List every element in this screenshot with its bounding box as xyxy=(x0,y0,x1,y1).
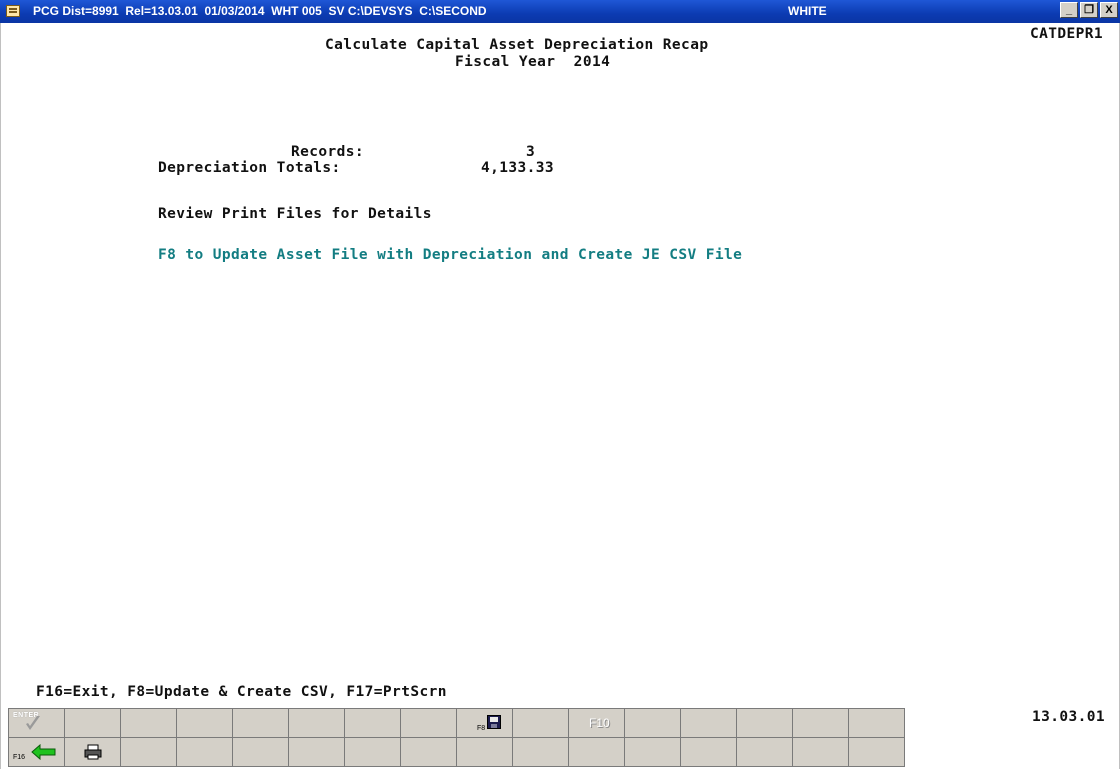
toolbar-slot[interactable] xyxy=(177,709,233,738)
toolbar-slot[interactable] xyxy=(65,709,121,738)
print-screen-button[interactable] xyxy=(65,738,121,767)
toolbar-slot[interactable] xyxy=(177,738,233,767)
restore-button[interactable]: ❐ xyxy=(1080,2,1098,18)
f8-instruction: F8 to Update Asset File with Depreciatio… xyxy=(158,247,743,263)
toolbar-slot[interactable] xyxy=(121,738,177,767)
function-key-legend: F16=Exit, F8=Update & Create CSV, F17=Pr… xyxy=(36,684,447,700)
records-label: Records: xyxy=(291,144,365,160)
f16-exit-button[interactable]: F16 xyxy=(9,738,65,767)
version-number: 13.03.01 xyxy=(1032,709,1106,725)
minimize-button[interactable]: _ xyxy=(1060,2,1078,18)
program-id: CATDEPR1 xyxy=(1030,26,1104,42)
back-arrow-icon xyxy=(31,744,56,760)
totals-value: 4,133.33 xyxy=(481,160,555,176)
save-disk-icon xyxy=(487,715,501,729)
totals-label: Depreciation Totals: xyxy=(158,160,341,176)
toolbar-slot[interactable] xyxy=(625,738,681,767)
toolbar-slot[interactable] xyxy=(737,709,793,738)
f8-label: F8 xyxy=(477,725,486,732)
toolbar-slot[interactable] xyxy=(289,709,345,738)
toolbar-slot[interactable] xyxy=(345,738,401,767)
toolbar-slot[interactable] xyxy=(681,738,737,767)
toolbar-slot[interactable] xyxy=(457,738,513,767)
records-value: 3 xyxy=(526,144,536,160)
review-message: Review Print Files for Details xyxy=(158,206,432,222)
function-key-toolbar: ENTER F8 F10 F16 xyxy=(8,708,905,767)
page-title: Calculate Capital Asset Depreciation Rec… xyxy=(325,37,709,53)
toolbar-row-1: ENTER F8 F10 xyxy=(9,709,905,738)
f8-update-button[interactable]: F8 xyxy=(457,709,513,738)
f16-label: F16 xyxy=(13,754,26,761)
user-name: WHITE xyxy=(788,4,827,18)
toolbar-slot[interactable] xyxy=(849,738,905,767)
toolbar-slot[interactable] xyxy=(401,709,457,738)
title-bar: PCG Dist=8991 Rel=13.03.01 01/03/2014 WH… xyxy=(0,0,1120,23)
toolbar-slot[interactable] xyxy=(401,738,457,767)
toolbar-slot[interactable] xyxy=(233,709,289,738)
toolbar-slot[interactable] xyxy=(121,709,177,738)
toolbar-slot[interactable] xyxy=(233,738,289,767)
toolbar-row-2: F16 xyxy=(9,738,905,767)
terminal-screen: CATDEPR1 Calculate Capital Asset Depreci… xyxy=(0,23,1120,769)
fiscal-year: Fiscal Year 2014 xyxy=(455,54,611,70)
toolbar-slot[interactable] xyxy=(793,738,849,767)
toolbar-slot[interactable] xyxy=(793,709,849,738)
f10-button[interactable]: F10 xyxy=(569,709,625,738)
toolbar-slot[interactable] xyxy=(569,738,625,767)
f10-label: F10 xyxy=(589,716,610,730)
checkmark-icon xyxy=(26,716,40,730)
window-title: PCG Dist=8991 Rel=13.03.01 01/03/2014 WH… xyxy=(33,4,487,18)
close-button[interactable]: X xyxy=(1100,2,1118,18)
enter-button[interactable]: ENTER xyxy=(9,709,65,738)
toolbar-slot[interactable] xyxy=(513,709,569,738)
toolbar-slot[interactable] xyxy=(681,709,737,738)
toolbar-slot[interactable] xyxy=(289,738,345,767)
toolbar-slot[interactable] xyxy=(345,709,401,738)
printer-icon xyxy=(84,744,102,760)
toolbar-slot[interactable] xyxy=(849,709,905,738)
toolbar-slot[interactable] xyxy=(625,709,681,738)
window-controls: _ ❐ X xyxy=(1060,2,1118,18)
toolbar-slot[interactable] xyxy=(737,738,793,767)
toolbar-slot[interactable] xyxy=(513,738,569,767)
app-icon[interactable] xyxy=(6,5,20,17)
